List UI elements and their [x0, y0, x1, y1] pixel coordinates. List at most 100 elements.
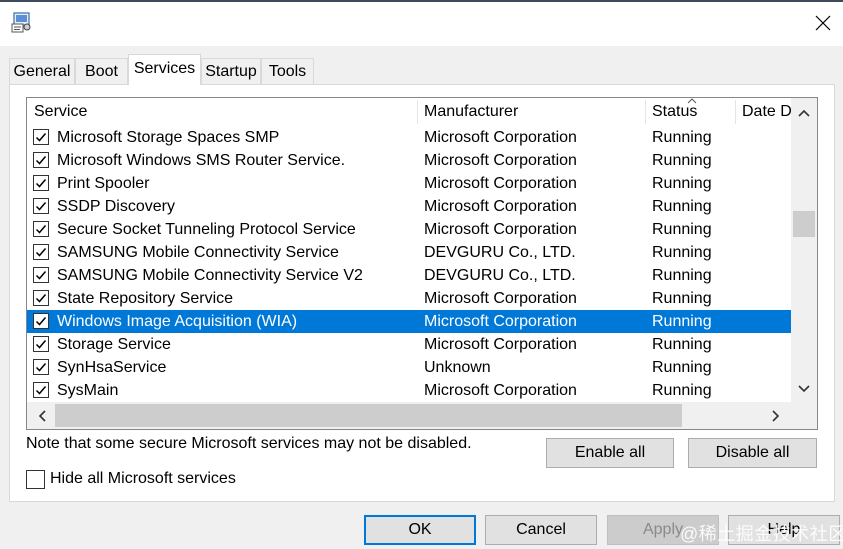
- service-checkbox[interactable]: [33, 382, 49, 398]
- service-name: Print Spooler: [57, 175, 150, 192]
- service-manufacturer: Microsoft Corporation: [424, 221, 577, 238]
- table-row[interactable]: Microsoft Windows SMS Router Service. Mi…: [27, 149, 791, 172]
- table-row-selected[interactable]: Windows Image Acquisition (WIA) Microsof…: [27, 310, 791, 333]
- service-status: Running: [652, 290, 712, 307]
- service-checkbox[interactable]: [33, 267, 49, 283]
- service-manufacturer: Microsoft Corporation: [424, 382, 577, 399]
- checkmark-icon: [35, 248, 47, 257]
- table-row[interactable]: SysMain Microsoft Corporation Running: [27, 379, 791, 402]
- table-row[interactable]: State Repository Service Microsoft Corpo…: [27, 287, 791, 310]
- service-name: Microsoft Windows SMS Router Service.: [57, 152, 346, 169]
- service-name: Microsoft Storage Spaces SMP: [57, 129, 280, 146]
- service-manufacturer: DEVGURU Co., LTD.: [424, 244, 576, 261]
- vertical-scroll-thumb[interactable]: [793, 211, 815, 237]
- service-manufacturer: Unknown: [424, 359, 491, 376]
- title-bar: [0, 2, 843, 46]
- checkmark-icon: [35, 317, 47, 326]
- checkmark-icon: [35, 225, 47, 234]
- tab-startup[interactable]: Startup: [201, 58, 261, 84]
- scroll-up-button[interactable]: [791, 100, 817, 126]
- disable-all-button[interactable]: Disable all: [688, 438, 817, 468]
- table-row[interactable]: Storage Service Microsoft Corporation Ru…: [27, 333, 791, 356]
- service-checkbox[interactable]: [33, 129, 49, 145]
- table-row[interactable]: SAMSUNG Mobile Connectivity Service V2 D…: [27, 264, 791, 287]
- service-name: State Repository Service: [57, 290, 234, 307]
- close-icon: [815, 15, 831, 36]
- chevron-right-icon: [772, 409, 780, 422]
- service-status: Running: [652, 267, 712, 284]
- service-status: Running: [652, 221, 712, 238]
- checkmark-icon: [35, 271, 47, 280]
- secure-services-note: Note that some secure Microsoft services…: [26, 435, 472, 452]
- chevron-down-icon: [798, 385, 810, 393]
- service-checkbox[interactable]: [33, 336, 49, 352]
- ok-button[interactable]: OK: [364, 515, 476, 545]
- table-row[interactable]: Microsoft Storage Spaces SMP Microsoft C…: [27, 126, 791, 149]
- vertical-scrollbar[interactable]: [791, 98, 817, 402]
- checkmark-icon: [35, 202, 47, 211]
- tab-tools[interactable]: Tools: [261, 58, 314, 84]
- service-name: Secure Socket Tunneling Protocol Service: [57, 221, 356, 238]
- chevron-up-icon: [798, 109, 810, 117]
- watermark-text: @稀土掘金技术社区: [680, 524, 843, 544]
- checkmark-icon: [35, 294, 47, 303]
- service-status: Running: [652, 129, 712, 146]
- horizontal-scrollbar[interactable]: [27, 402, 791, 429]
- tab-general[interactable]: General: [9, 58, 75, 84]
- service-manufacturer: Microsoft Corporation: [424, 175, 577, 192]
- service-manufacturer: Microsoft Corporation: [424, 129, 577, 146]
- service-manufacturer: Microsoft Corporation: [424, 336, 577, 353]
- service-checkbox[interactable]: [33, 221, 49, 237]
- table-row[interactable]: Print Spooler Microsoft Corporation Runn…: [27, 172, 791, 195]
- service-checkbox[interactable]: [33, 244, 49, 260]
- service-checkbox[interactable]: [33, 152, 49, 168]
- table-row[interactable]: SAMSUNG Mobile Connectivity Service DEVG…: [27, 241, 791, 264]
- cancel-button[interactable]: Cancel: [485, 515, 597, 545]
- service-status: Running: [652, 175, 712, 192]
- column-header-date[interactable]: Date D: [735, 98, 791, 126]
- service-checkbox[interactable]: [33, 198, 49, 214]
- scroll-down-button[interactable]: [791, 376, 817, 402]
- table-row[interactable]: SSDP Discovery Microsoft Corporation Run…: [27, 195, 791, 218]
- chevron-left-icon: [38, 409, 46, 422]
- service-status: Running: [652, 244, 712, 261]
- service-checkbox[interactable]: [33, 175, 49, 191]
- close-button[interactable]: [804, 6, 842, 44]
- service-name: SSDP Discovery: [57, 198, 175, 215]
- scroll-left-button[interactable]: [29, 402, 55, 429]
- column-header-manufacturer[interactable]: Manufacturer: [417, 98, 645, 126]
- tab-boot[interactable]: Boot: [75, 58, 128, 84]
- rows-container: Microsoft Storage Spaces SMP Microsoft C…: [27, 126, 791, 402]
- service-status: Running: [652, 152, 712, 169]
- msconfig-icon: [11, 11, 33, 33]
- service-status: Running: [652, 336, 712, 353]
- checkmark-icon: [35, 363, 47, 372]
- service-checkbox[interactable]: [33, 290, 49, 306]
- service-manufacturer: Microsoft Corporation: [424, 198, 577, 215]
- service-checkbox[interactable]: [33, 359, 49, 375]
- services-list[interactable]: Service Manufacturer Status Date D Micro…: [26, 97, 818, 430]
- table-row[interactable]: SynHsaService Unknown Running: [27, 356, 791, 379]
- scrollbar-corner: [791, 402, 817, 429]
- scroll-right-button[interactable]: [763, 402, 789, 429]
- service-name: Storage Service: [57, 336, 171, 353]
- service-name: SynHsaService: [57, 359, 167, 376]
- service-checkbox[interactable]: [33, 313, 49, 329]
- checkmark-icon: [35, 340, 47, 349]
- enable-all-button[interactable]: Enable all: [546, 438, 674, 468]
- horizontal-scroll-thumb[interactable]: [55, 404, 682, 427]
- tab-services[interactable]: Services: [128, 54, 201, 85]
- checkmark-icon: [35, 133, 47, 142]
- service-status: Running: [652, 382, 712, 399]
- service-name: SysMain: [57, 382, 119, 399]
- service-manufacturer: Microsoft Corporation: [424, 152, 577, 169]
- table-row[interactable]: Secure Socket Tunneling Protocol Service…: [27, 218, 791, 241]
- checkmark-icon: [35, 179, 47, 188]
- service-status: Running: [652, 198, 712, 215]
- service-name: SAMSUNG Mobile Connectivity Service V2: [57, 267, 363, 284]
- column-header-service[interactable]: Service: [27, 98, 417, 126]
- sort-up-icon: [687, 98, 697, 107]
- checkbox-box[interactable]: [26, 470, 45, 489]
- service-status: Running: [652, 313, 712, 330]
- service-manufacturer: DEVGURU Co., LTD.: [424, 267, 576, 284]
